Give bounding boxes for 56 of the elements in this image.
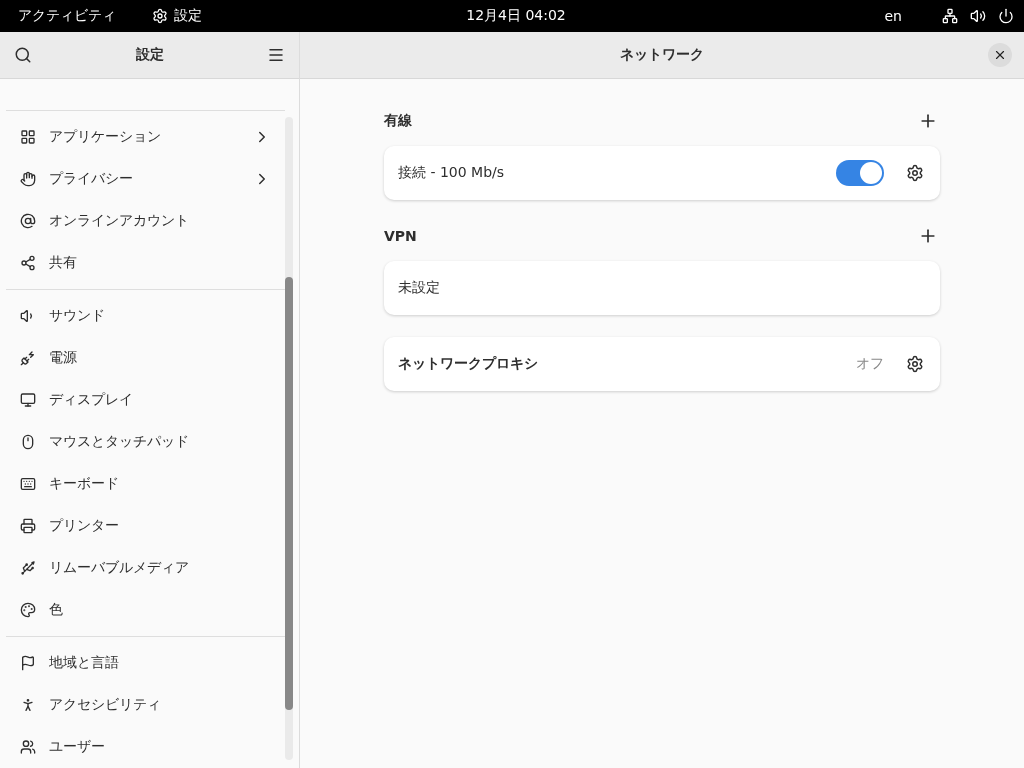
sidebar-title: 設定 [135, 46, 164, 64]
activities-button[interactable]: アクティビティ [18, 7, 116, 25]
plug-icon [20, 350, 36, 366]
close-button[interactable] [988, 43, 1012, 67]
settings-row[interactable]: 接続 - 100 Mb/s [384, 146, 940, 200]
language-indicator[interactable]: en [884, 8, 902, 24]
share-icon [20, 255, 36, 271]
sidebar-item[interactable]: オンラインアカウント [6, 200, 285, 242]
clock[interactable]: 12月4日 04:02 [466, 7, 566, 25]
app-menu[interactable]: 設定 [152, 7, 202, 25]
sidebar-item[interactable]: プリンター [6, 505, 285, 547]
sidebar-item[interactable]: キーボード [6, 463, 285, 505]
sidebar-item[interactable]: リムーバブルメディア [6, 547, 285, 589]
keyboard-icon [20, 476, 36, 492]
power-icon[interactable] [998, 8, 1014, 24]
network-icon[interactable] [942, 8, 958, 24]
toggle-switch[interactable] [836, 160, 884, 186]
search-icon [14, 46, 32, 64]
scrollbar-thumb[interactable] [285, 277, 293, 710]
menu-icon [267, 46, 285, 64]
volume-icon[interactable] [970, 8, 986, 24]
palette-icon [20, 602, 36, 618]
settings-row[interactable]: 未設定 [384, 261, 940, 315]
sidebar-item[interactable]: 共有 [6, 242, 285, 284]
row-label: ネットワークプロキシ [398, 355, 539, 373]
sidebar-item[interactable]: 地域と言語 [6, 642, 285, 684]
grid-icon [20, 129, 36, 145]
status-text: オフ [856, 355, 884, 373]
gear-icon [906, 164, 924, 182]
users-icon [20, 739, 36, 755]
sidebar-item[interactable]: ユーザー [6, 726, 285, 768]
close-icon [993, 48, 1007, 62]
sidebar-item[interactable]: サウンド [6, 295, 285, 337]
person-icon [20, 697, 36, 713]
gear-icon [152, 8, 168, 24]
sidebar-item[interactable]: プライバシー [6, 158, 285, 200]
flag-icon [20, 655, 36, 671]
sidebar-item[interactable]: アクセシビリティ [6, 684, 285, 726]
sidebar-item[interactable]: ディスプレイ [6, 379, 285, 421]
gear-icon [906, 355, 924, 373]
section-heading: VPN [384, 228, 417, 244]
mouse-icon [20, 434, 36, 450]
sidebar-item[interactable]: マウスとタッチパッド [6, 421, 285, 463]
settings-row[interactable]: ネットワークプロキシ オフ [384, 337, 940, 391]
page-title: ネットワーク [620, 46, 704, 64]
row-label: 未設定 [398, 279, 441, 297]
sidebar-item[interactable]: 色 [6, 589, 285, 631]
hand-icon [20, 171, 36, 187]
monitor-icon [20, 392, 36, 408]
at-sign-icon [20, 213, 36, 229]
sidebar-item[interactable]: アプリケーション [6, 116, 285, 158]
sidebar-item[interactable]: 電源 [6, 337, 285, 379]
row-label: 接続 - 100 Mb/s [398, 164, 506, 182]
printer-icon [20, 518, 36, 534]
usb-icon [20, 560, 36, 576]
section-heading: 有線 [384, 112, 412, 130]
